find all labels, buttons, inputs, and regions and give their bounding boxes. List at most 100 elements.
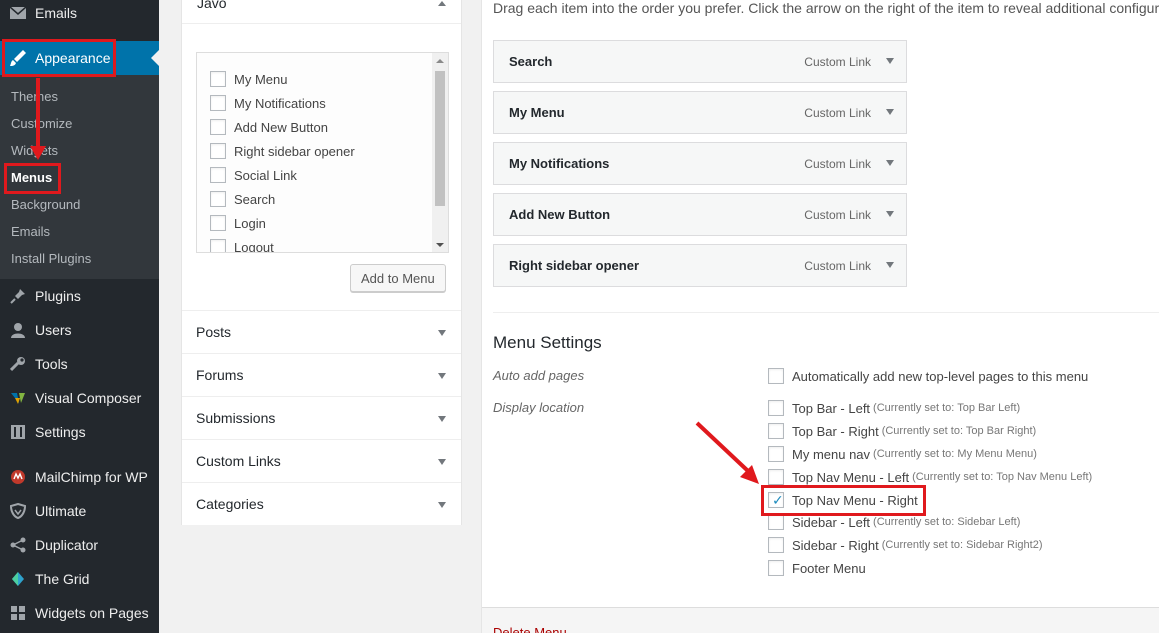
location-my-menu-nav[interactable]: My menu nav (Currently set to: My Menu M… bbox=[768, 445, 1037, 463]
checklist-item[interactable]: Social Link bbox=[210, 166, 297, 184]
wrench-icon bbox=[8, 354, 28, 374]
expand-arrow-icon[interactable] bbox=[886, 262, 894, 268]
expand-arrow-icon[interactable] bbox=[886, 211, 894, 217]
accordion-forums[interactable]: Forums bbox=[182, 353, 461, 396]
checkbox[interactable] bbox=[768, 400, 784, 416]
menu-item-right-sidebar-opener[interactable]: Right sidebar opener Custom Link bbox=[493, 244, 907, 287]
sidebar-item-users[interactable]: Users bbox=[0, 313, 159, 347]
javo-section-header[interactable]: Javo bbox=[182, 0, 461, 24]
sidebar-item-mailchimp[interactable]: MailChimp for WP bbox=[0, 460, 159, 494]
highlight-box-appearance bbox=[2, 39, 116, 77]
scroll-down-icon[interactable] bbox=[436, 243, 444, 247]
checklist-item[interactable]: Right sidebar opener bbox=[210, 142, 355, 160]
submenu-install-plugins[interactable]: Install Plugins bbox=[11, 251, 91, 266]
location-label: Top Nav Menu - Left bbox=[792, 469, 910, 485]
location-top-bar-right[interactable]: Top Bar - Right (Currently set to: Top B… bbox=[768, 422, 1036, 440]
accordion-title: Custom Links bbox=[196, 453, 281, 469]
sidebar-item-label: Emails bbox=[35, 5, 78, 21]
checklist-item[interactable]: Search bbox=[210, 190, 275, 208]
caret-down-icon[interactable] bbox=[438, 373, 446, 379]
location-sidebar-right[interactable]: Sidebar - Right (Currently set to: Sideb… bbox=[768, 536, 1043, 554]
location-note: (Currently set to: Top Bar Right) bbox=[881, 425, 1037, 437]
sidebar-item-duplicator[interactable]: Duplicator bbox=[0, 528, 159, 562]
delete-menu-link[interactable]: Delete Menu bbox=[493, 625, 567, 633]
checkbox[interactable] bbox=[768, 560, 784, 576]
sidebar-item-tools[interactable]: Tools bbox=[0, 347, 159, 381]
checkbox[interactable] bbox=[210, 71, 226, 87]
checkbox[interactable] bbox=[210, 215, 226, 231]
submenu-background[interactable]: Background bbox=[11, 197, 80, 212]
checkbox[interactable] bbox=[210, 143, 226, 159]
accordion-title: Categories bbox=[196, 496, 264, 512]
checkbox[interactable] bbox=[768, 537, 784, 553]
checkbox[interactable] bbox=[210, 191, 226, 207]
shield-icon bbox=[8, 501, 28, 521]
scroll-up-icon[interactable] bbox=[436, 59, 444, 63]
sidebar-item-label: Users bbox=[35, 322, 72, 338]
checklist-item[interactable]: Login bbox=[210, 214, 266, 232]
checklist-item[interactable]: Add New Button bbox=[210, 118, 328, 136]
caret-down-icon[interactable] bbox=[438, 459, 446, 465]
add-to-menu-button[interactable]: Add to Menu bbox=[350, 264, 446, 292]
expand-arrow-icon[interactable] bbox=[886, 109, 894, 115]
menu-item-my-notifications[interactable]: My Notifications Custom Link bbox=[493, 142, 907, 185]
checkbox[interactable] bbox=[768, 368, 784, 384]
checkbox[interactable] bbox=[210, 167, 226, 183]
menu-item-add-new-button[interactable]: Add New Button Custom Link bbox=[493, 193, 907, 236]
auto-add-pages-option[interactable]: Automatically add new top-level pages to… bbox=[768, 367, 1088, 385]
accordion-title: Submissions bbox=[196, 410, 276, 426]
accordion-categories[interactable]: Categories bbox=[182, 482, 461, 525]
checklist-scrollbar[interactable] bbox=[432, 53, 448, 252]
sidebar-item-label: Tools bbox=[35, 356, 68, 372]
caret-down-icon[interactable] bbox=[438, 330, 446, 336]
checklist-item[interactable]: My Menu bbox=[210, 70, 287, 88]
menu-item-title: My Notifications bbox=[509, 156, 610, 171]
submenu-customize[interactable]: Customize bbox=[11, 116, 72, 131]
envelope-icon bbox=[8, 3, 28, 23]
checkbox[interactable] bbox=[768, 514, 784, 530]
sidebar-item-the-grid[interactable]: The Grid bbox=[0, 562, 159, 596]
checkbox[interactable] bbox=[768, 446, 784, 462]
sidebar-item-label: Ultimate bbox=[35, 503, 87, 519]
sidebar-item-visual-composer[interactable]: Visual Composer bbox=[0, 381, 159, 415]
submenu-themes[interactable]: Themes bbox=[11, 89, 58, 104]
grid-icon bbox=[8, 569, 28, 589]
submenu-emails[interactable]: Emails bbox=[11, 224, 50, 239]
checklist-item[interactable]: Logout bbox=[210, 238, 274, 253]
caret-down-icon[interactable] bbox=[438, 502, 446, 508]
scroll-thumb[interactable] bbox=[435, 71, 445, 206]
location-top-nav-menu-left[interactable]: Top Nav Menu - Left (Currently set to: T… bbox=[768, 468, 1092, 486]
location-top-bar-left[interactable]: Top Bar - Left (Currently set to: Top Ba… bbox=[768, 399, 1020, 417]
location-note: (Currently set to: Top Nav Menu Left) bbox=[912, 471, 1093, 483]
sidebar-item-widgets-on-pages[interactable]: Widgets on Pages bbox=[0, 596, 159, 630]
sidebar-item-plugins[interactable]: Plugins bbox=[0, 279, 159, 313]
checkbox[interactable] bbox=[210, 239, 226, 252]
user-icon bbox=[8, 320, 28, 340]
checklist-item[interactable]: My Notifications bbox=[210, 94, 326, 112]
menu-item-search[interactable]: Search Custom Link bbox=[493, 40, 907, 83]
location-label: Sidebar - Right bbox=[792, 537, 879, 553]
expand-arrow-icon[interactable] bbox=[886, 58, 894, 64]
accordion-custom-links[interactable]: Custom Links bbox=[182, 439, 461, 482]
accordion-posts[interactable]: Posts bbox=[182, 310, 461, 353]
location-label: Top Bar - Left bbox=[792, 400, 871, 416]
checklist-label: Logout bbox=[234, 239, 274, 253]
checkbox[interactable] bbox=[768, 469, 784, 485]
chevron-up-icon[interactable] bbox=[438, 1, 446, 6]
widgets-icon bbox=[8, 603, 28, 623]
checkbox[interactable] bbox=[210, 119, 226, 135]
checklist-label: Social Link bbox=[234, 167, 297, 183]
sidebar-item-ultimate[interactable]: Ultimate bbox=[0, 494, 159, 528]
checkbox[interactable] bbox=[210, 95, 226, 111]
menu-item-my-menu[interactable]: My Menu Custom Link bbox=[493, 91, 907, 134]
expand-arrow-icon[interactable] bbox=[886, 160, 894, 166]
menu-item-type: Custom Link bbox=[804, 55, 871, 69]
caret-down-icon[interactable] bbox=[438, 416, 446, 422]
submenu-widgets[interactable]: Widgets bbox=[11, 143, 58, 158]
sidebar-item-label: MailChimp for WP bbox=[35, 469, 148, 485]
sidebar-item-emails[interactable]: Emails bbox=[0, 0, 159, 30]
sidebar-item-settings[interactable]: Settings bbox=[0, 415, 159, 449]
location-footer-menu[interactable]: Footer Menu bbox=[768, 559, 866, 577]
checkbox[interactable] bbox=[768, 423, 784, 439]
accordion-submissions[interactable]: Submissions bbox=[182, 396, 461, 439]
